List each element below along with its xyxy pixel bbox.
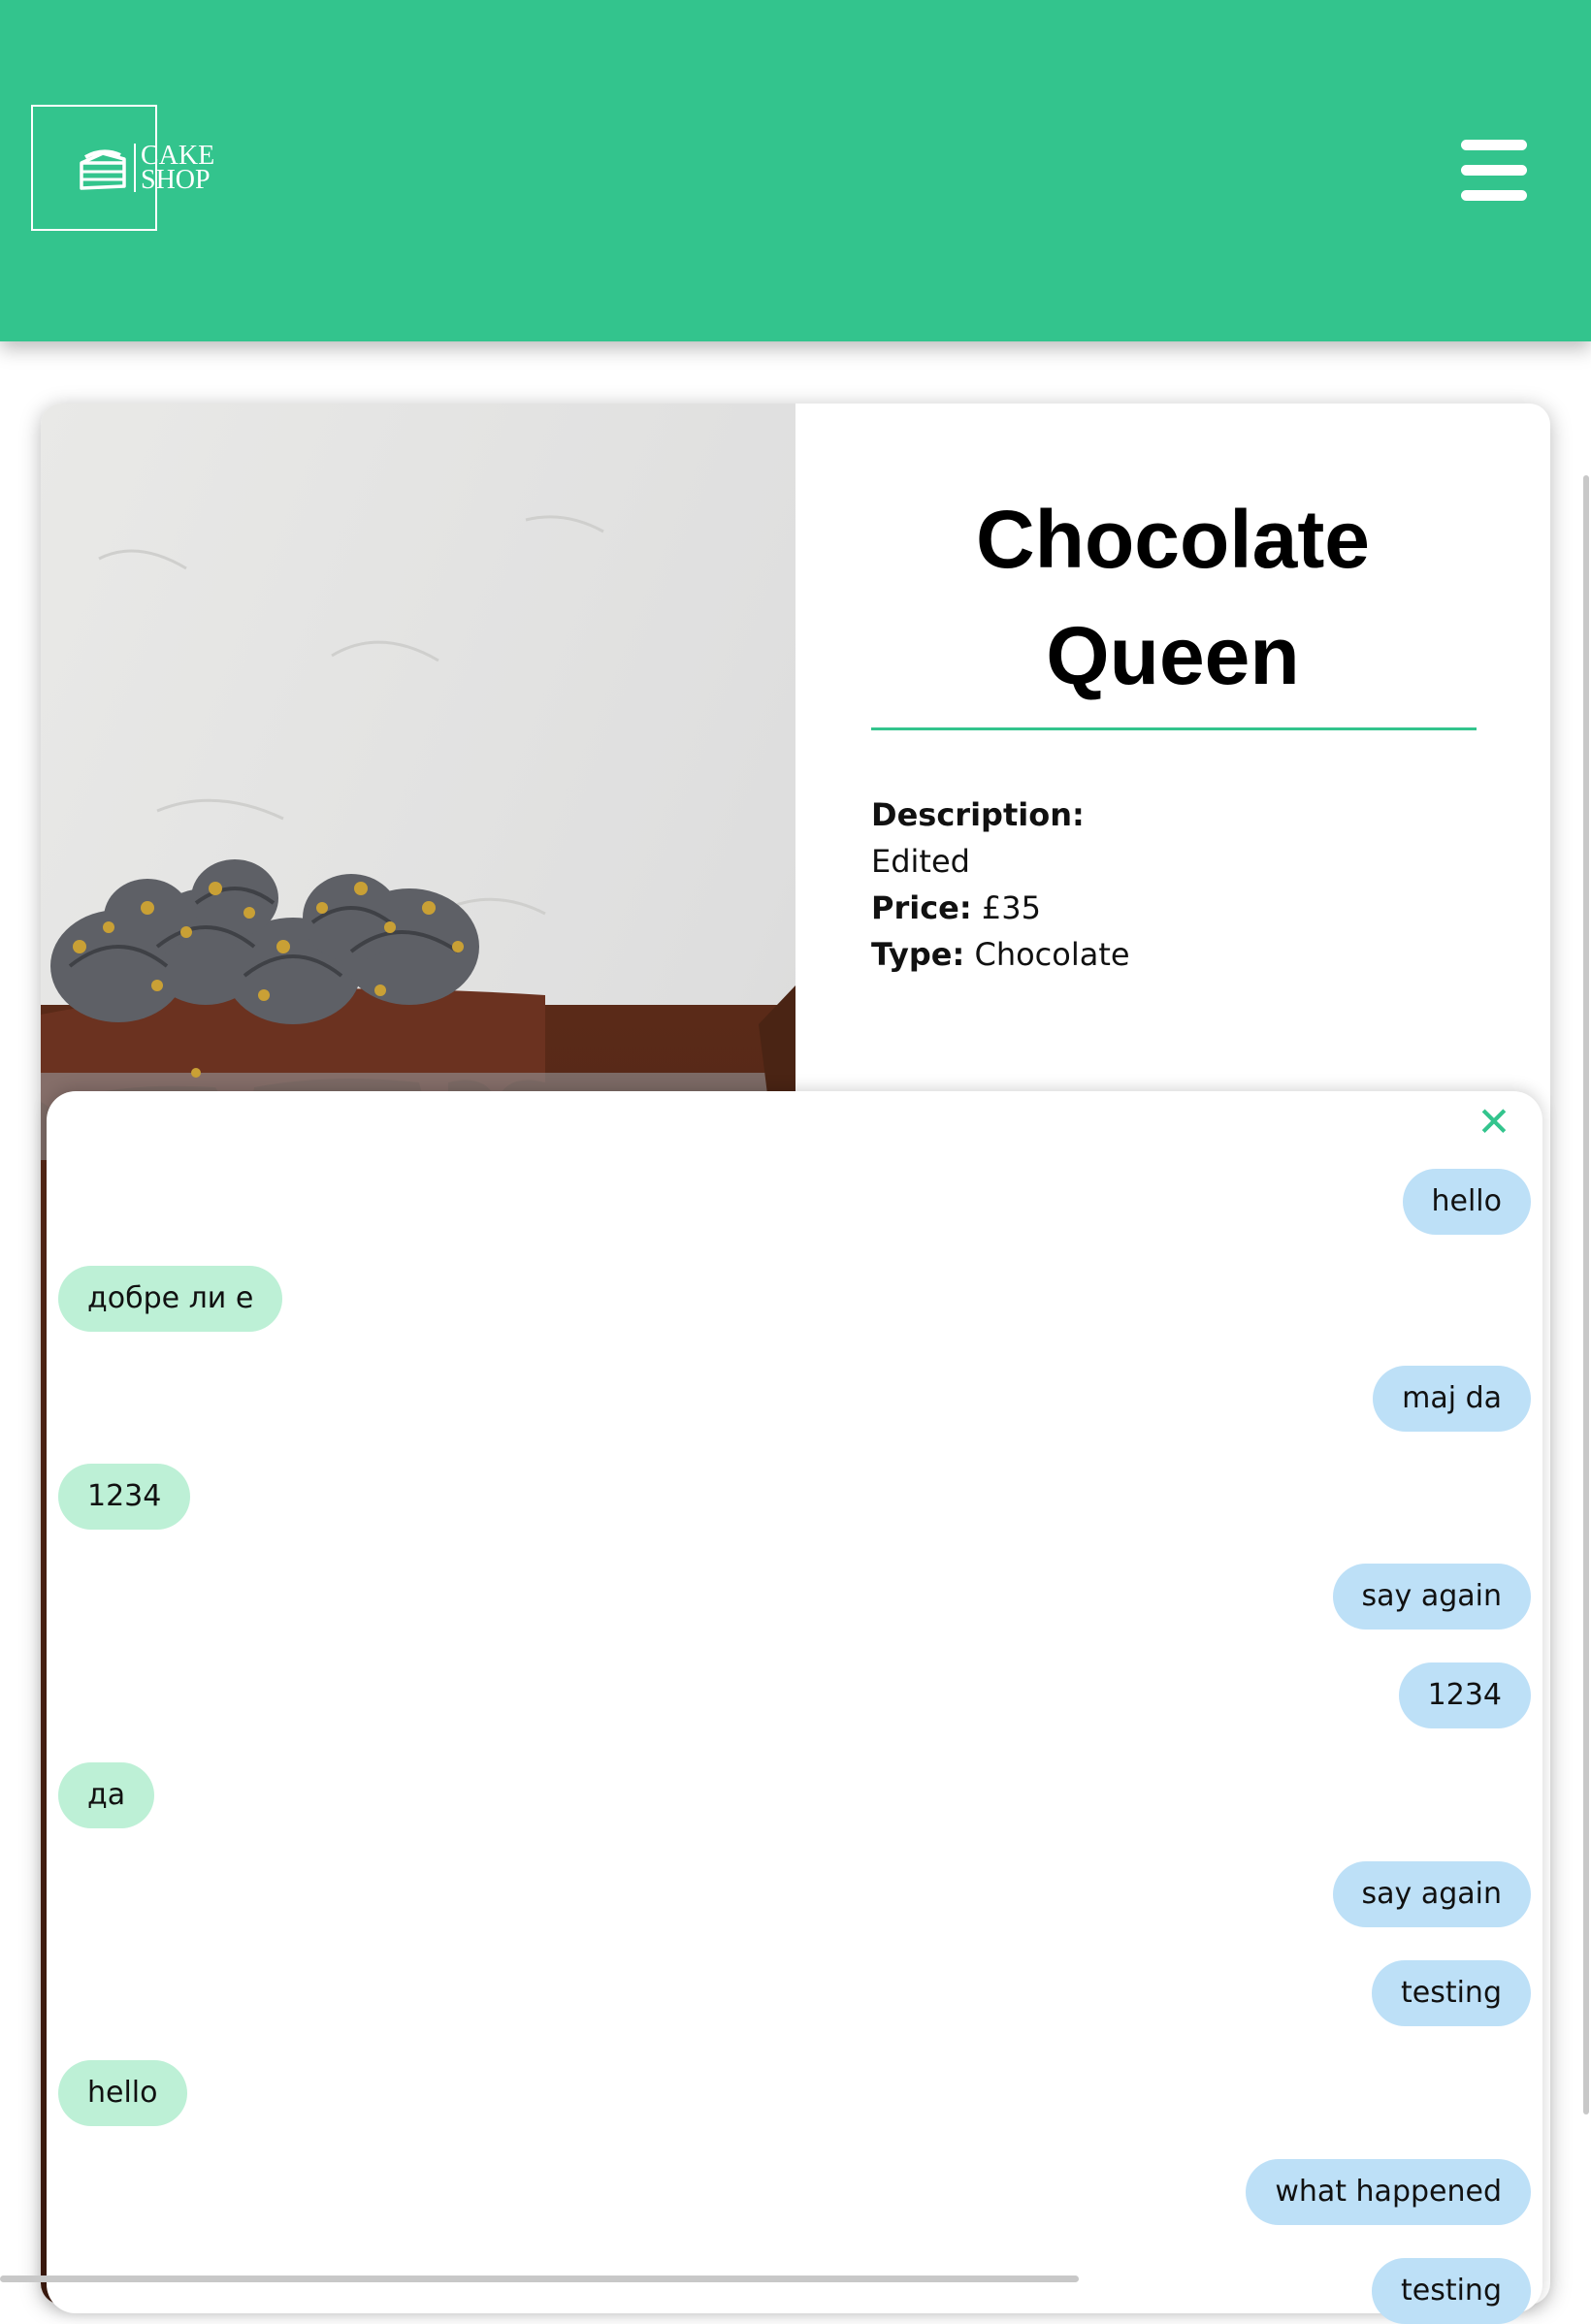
chat-message: hello	[1402, 1169, 1531, 1235]
close-icon[interactable]: ✕	[1475, 1102, 1513, 1143]
description-row: Description:	[871, 791, 1130, 838]
product-details: Description: Edited Price: £35 Type: Cho…	[871, 791, 1130, 978]
price-row: Price: £35	[871, 885, 1130, 931]
logo-line-2: SHOP	[141, 165, 211, 195]
type-label: Type:	[871, 936, 965, 973]
chat-message: да	[58, 1762, 155, 1828]
site-header: CAKE SHOP	[0, 0, 1591, 341]
logo-text: CAKE SHOP	[134, 143, 214, 195]
chat-message: 1234	[1398, 1662, 1531, 1728]
product-title-line-2: Queen	[1046, 610, 1300, 701]
chat-message: what happened	[1246, 2159, 1531, 2225]
chat-message: say again	[1332, 1564, 1531, 1630]
price-label: Price:	[871, 889, 972, 926]
product-title-line-1: Chocolate	[975, 494, 1371, 585]
product-info: Chocolate Queen Description: Edited Price…	[796, 403, 1550, 1102]
price-value: £35	[981, 889, 1041, 926]
chat-message: maj da	[1373, 1366, 1531, 1432]
chat-message: testing	[1371, 2258, 1531, 2324]
chat-message: say again	[1332, 1861, 1531, 1927]
description-value: Edited	[871, 843, 970, 880]
chat-message: hello	[58, 2060, 187, 2126]
title-divider	[871, 727, 1477, 730]
cake-slice-icon	[80, 149, 126, 190]
chat-message: testing	[1371, 1960, 1531, 2026]
horizontal-scrollbar[interactable]	[0, 2276, 1079, 2282]
hamburger-menu-icon[interactable]	[1455, 136, 1533, 204]
type-row: Type: Chocolate	[871, 931, 1130, 978]
vertical-scrollbar[interactable]	[1583, 475, 1589, 2114]
chat-message: 1234	[58, 1464, 191, 1530]
description-label: Description:	[871, 796, 1085, 833]
cake-shop-logo[interactable]: CAKE SHOP	[31, 105, 214, 231]
product-title: Chocolate Queen	[796, 481, 1550, 714]
chat-message: добре ли е	[58, 1266, 283, 1332]
type-value: Chocolate	[974, 936, 1130, 973]
chat-panel: ✕ hello добре ли е maj da 1234 say again…	[47, 1091, 1542, 2324]
